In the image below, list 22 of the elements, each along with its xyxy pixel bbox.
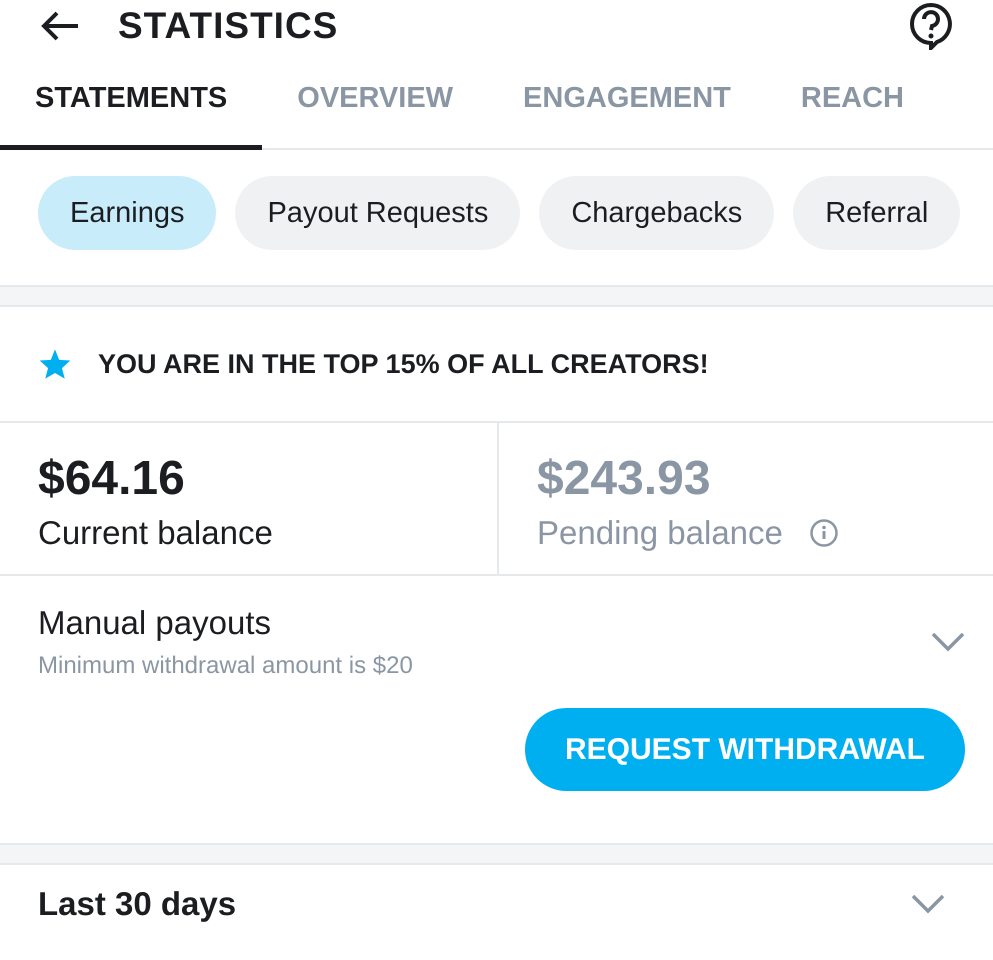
info-icon[interactable]: [808, 518, 839, 548]
filter-chip[interactable]: Payout Requests: [235, 176, 520, 250]
chevron-down-icon[interactable]: [911, 894, 945, 914]
help-bubble-icon: [909, 2, 953, 50]
back-arrow-icon: [40, 10, 80, 42]
help-button[interactable]: [909, 2, 953, 50]
filter-chip[interactable]: Chargebacks: [539, 176, 774, 250]
balance-amount: $64.16: [38, 451, 186, 506]
filter-chip[interactable]: Earnings: [38, 176, 216, 250]
payouts-subtitle: Minimum withdrawal amount is $20: [38, 652, 413, 680]
balance-label: Current balance: [38, 514, 273, 552]
top-creators-banner-text: YOU ARE IN THE TOP 15% OF ALL CREATORS!: [98, 348, 709, 380]
balance-amount: $243.93: [537, 451, 712, 506]
payouts-title: Manual payouts: [38, 604, 272, 642]
star-icon: [38, 348, 72, 380]
balance-label: Pending balance: [537, 514, 783, 552]
period-title: Last 30 days: [38, 885, 236, 923]
tab[interactable]: STATEMENTS: [0, 58, 262, 150]
chevron-down-icon[interactable]: [931, 632, 965, 652]
page-title: STATISTICS: [118, 5, 340, 47]
filter-chip[interactable]: Referral: [793, 176, 960, 250]
back-button[interactable]: [40, 10, 80, 42]
